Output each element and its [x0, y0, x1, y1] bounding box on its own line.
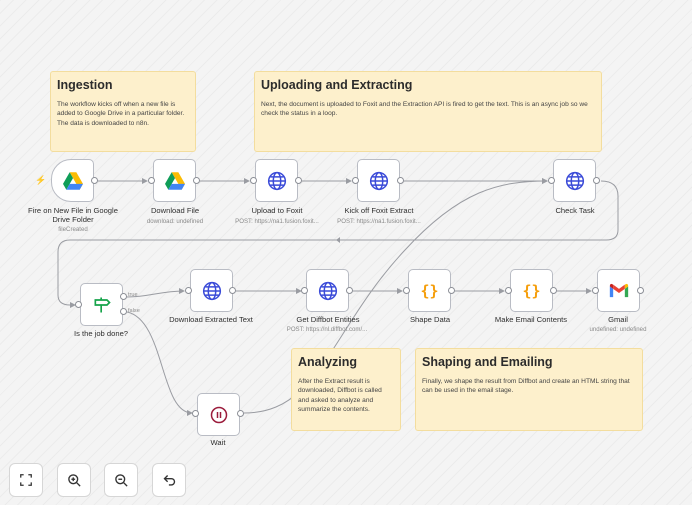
node-label: Kick off Foxit Extract [344, 206, 414, 215]
undo-button[interactable] [152, 463, 186, 497]
node-label: Get Diffbot Entities [296, 315, 360, 324]
globe-icon [369, 171, 388, 190]
input-port[interactable] [301, 287, 308, 294]
sticky-text: After the Extract result is downloaded, … [298, 378, 382, 414]
node-make-email-contents[interactable]: {} [510, 269, 553, 312]
pause-icon [210, 406, 227, 423]
node-label: Shape Data [409, 315, 451, 324]
node-label: Download Extracted Text [169, 315, 253, 324]
branch-label-true: true [128, 292, 138, 298]
sticky-title: Shaping and Emailing [422, 355, 553, 369]
output-port[interactable] [637, 287, 644, 294]
zoom-in-icon [67, 473, 81, 487]
globe-icon [565, 171, 584, 190]
input-port[interactable] [192, 410, 199, 417]
node-label: Is the job done? [73, 329, 129, 338]
trigger-bolt-icon: ⚡ [35, 175, 47, 185]
sticky-title: Uploading and Extracting [261, 78, 413, 92]
node-get-diffbot-entities[interactable] [306, 269, 349, 312]
globe-icon [267, 171, 286, 190]
globe-icon [202, 281, 221, 300]
node-is-the-job-done[interactable] [80, 283, 123, 326]
zoom-out-icon [114, 473, 128, 487]
node-download-extracted-text[interactable] [190, 269, 233, 312]
node-upload-to-foxit[interactable] [255, 159, 298, 202]
gmail-icon [609, 283, 628, 298]
output-port[interactable] [295, 177, 302, 184]
code-braces-icon: {} [420, 281, 439, 300]
node-download-file[interactable] [153, 159, 196, 202]
output-port[interactable] [346, 287, 353, 294]
node-label: Check Task [555, 206, 595, 215]
loop-arrow [336, 237, 340, 243]
node-label: Upload to Foxit [251, 206, 303, 215]
node-label: Download File [150, 206, 200, 215]
input-port[interactable] [592, 287, 599, 294]
node-label: Gmail [608, 315, 628, 324]
output-port-true[interactable] [120, 293, 127, 300]
output-port[interactable] [237, 410, 244, 417]
sticky-uploading[interactable]: Uploading and Extracting Next, the docum… [254, 71, 602, 152]
sticky-shaping[interactable]: Shaping and Emailing Finally, we shape t… [415, 348, 643, 431]
output-port-false[interactable] [120, 308, 127, 315]
output-port[interactable] [193, 177, 200, 184]
node-trigger[interactable] [51, 159, 94, 202]
zoom-out-button[interactable] [104, 463, 138, 497]
input-port[interactable] [75, 301, 82, 308]
node-label: Wait [210, 438, 226, 447]
node-kick-off-foxit-extract[interactable] [357, 159, 400, 202]
sticky-title: Analyzing [298, 355, 358, 369]
output-port[interactable] [91, 177, 98, 184]
sticky-title: Ingestion [57, 78, 113, 92]
branch-label-false: false [128, 308, 140, 314]
fit-view-button[interactable] [9, 463, 43, 497]
globe-icon [318, 281, 337, 300]
node-check-task[interactable] [553, 159, 596, 202]
zoom-in-button[interactable] [57, 463, 91, 497]
undo-icon [163, 474, 175, 486]
sticky-text: Next, the document is uploaded to Foxit … [261, 101, 588, 118]
node-gmail[interactable] [597, 269, 640, 312]
sticky-text: Finally, we shape the result from Diffbo… [422, 378, 630, 395]
node-label: Fire on New File in Google Drive Folder [28, 206, 118, 224]
output-port[interactable] [593, 177, 600, 184]
input-port[interactable] [548, 177, 555, 184]
node-subtitle: fileCreated [58, 226, 88, 233]
sticky-analyzing[interactable]: Analyzing After the Extract result is do… [291, 348, 401, 431]
edge-false-wait [126, 311, 193, 416]
sticky-text: The workflow kicks off when a new file i… [57, 101, 185, 127]
output-port[interactable] [397, 177, 404, 184]
input-port[interactable] [352, 177, 359, 184]
code-braces-icon: {} [522, 281, 541, 300]
node-wait[interactable] [197, 393, 240, 436]
google-drive-icon [164, 171, 185, 190]
output-port[interactable] [550, 287, 557, 294]
fit-view-icon [20, 474, 32, 486]
sticky-ingestion[interactable]: Ingestion The workflow kicks off when a … [50, 71, 196, 152]
google-drive-icon [62, 171, 83, 190]
node-subtitle: undefined: undefined [589, 326, 647, 333]
node-subtitle: POST: https://na1.fusion.foxit... [235, 218, 319, 225]
node-subtitle: POST: https://na1.fusion.foxit... [337, 218, 421, 225]
input-port[interactable] [250, 177, 257, 184]
node-subtitle: download: undefined [146, 218, 204, 225]
signpost-icon [94, 297, 111, 312]
input-port[interactable] [185, 287, 192, 294]
node-subtitle: POST: https://nl.diffbot.com/... [286, 326, 368, 333]
input-port[interactable] [505, 287, 512, 294]
node-shape-data[interactable]: {} [408, 269, 451, 312]
input-port[interactable] [403, 287, 410, 294]
output-port[interactable] [229, 287, 236, 294]
node-label: Make Email Contents [494, 315, 568, 324]
output-port[interactable] [448, 287, 455, 294]
input-port[interactable] [148, 177, 155, 184]
